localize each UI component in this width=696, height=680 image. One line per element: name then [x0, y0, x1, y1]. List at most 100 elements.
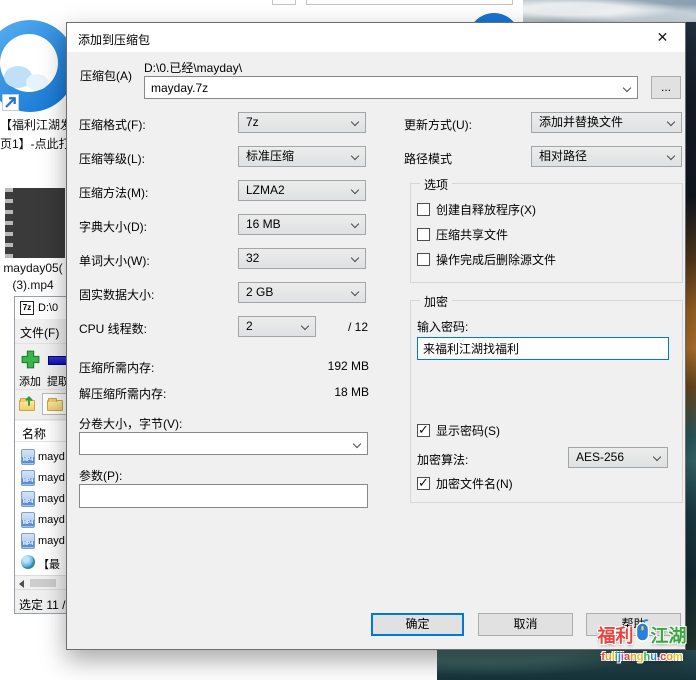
dictionary-dropdown[interactable]: 16 MB [238, 214, 366, 235]
checkbox-create-sfx[interactable]: 创建自释放程序(X) [417, 201, 536, 218]
archive-dir-text: D:\0.已经\mayday\ [144, 59, 242, 76]
checkbox-label: 加密文件名(N) [436, 475, 513, 492]
checkbox-label: 创建自释放程序(X) [436, 201, 536, 218]
dialog-titlebar[interactable]: 添加到压缩包 ✕ [67, 23, 685, 52]
list-item-label: mayd [38, 535, 65, 547]
mem-decompress-label: 解压缩所需内存: [79, 385, 166, 402]
word-size-value: 32 [246, 251, 259, 265]
mouse-icon [635, 618, 650, 648]
checkbox-box[interactable] [417, 203, 430, 216]
file-list: 名称 mayd mayd mayd mayd mayd 【最 [15, 421, 68, 575]
cancel-button[interactable]: 取消 [478, 613, 573, 636]
list-item[interactable]: mayd [15, 469, 68, 489]
scrollbar-thumb[interactable] [30, 579, 56, 587]
column-header-name-label: 名称 [22, 425, 46, 442]
background-window-fragment [272, 0, 296, 5]
address-folder-button[interactable] [42, 393, 68, 415]
mp4-file-icon [21, 470, 35, 486]
shortcut-arrow-icon [2, 94, 19, 111]
word-size-dropdown[interactable]: 32 [238, 248, 366, 269]
horizontal-scrollbar[interactable] [15, 575, 68, 589]
cipher-value: AES-256 [576, 450, 624, 464]
separator [15, 343, 68, 344]
column-header-name[interactable]: 名称 [15, 421, 68, 442]
word-size-label: 单词大小(W): [79, 252, 150, 269]
update-mode-dropdown[interactable]: 添加并替换文件 [531, 112, 682, 133]
sevenzip-titlebar[interactable]: 7z D:\0 [15, 297, 68, 319]
checkbox-box[interactable] [417, 477, 430, 490]
ok-button[interactable]: 确定 [371, 613, 464, 636]
mp4-file-icon [21, 491, 35, 507]
menu-file[interactable]: 文件(F) [20, 324, 59, 341]
browse-button[interactable]: ... [651, 76, 681, 99]
site-watermark: 福利 江湖 fulijianghu.com [588, 620, 696, 663]
password-input[interactable] [417, 337, 669, 360]
chevron-down-icon [667, 152, 675, 160]
scroll-left-icon[interactable] [19, 580, 24, 588]
checkbox-shared-files[interactable]: 压缩共享文件 [417, 226, 508, 243]
cpu-threads-dropdown[interactable]: 2 [238, 316, 316, 337]
close-icon[interactable]: ✕ [640, 23, 685, 52]
mem-compress-value: 192 MB [307, 359, 369, 373]
solid-block-label: 固实数据大小: [79, 286, 154, 303]
archive-name-input[interactable] [146, 78, 614, 97]
path-mode-value: 相对路径 [539, 149, 587, 163]
globe-file-icon [21, 555, 35, 569]
cipher-label: 加密算法: [417, 451, 468, 468]
video-file-label-line1: mayday05( [1, 260, 65, 277]
method-dropdown[interactable]: LZMA2 [238, 180, 366, 201]
level-dropdown[interactable]: 标准压缩 [238, 146, 366, 167]
watermark-title: 福利 江湖 [588, 620, 696, 650]
format-dropdown[interactable]: 7z [238, 112, 366, 133]
qq-shortcut-label[interactable]: 【福利江湖发 页1】-点此打 [0, 116, 66, 154]
checkbox-encrypt-filenames[interactable]: 加密文件名(N) [417, 475, 513, 492]
checkbox-delete-after[interactable]: 操作完成后删除源文件 [417, 251, 556, 268]
list-item[interactable]: mayd [15, 532, 68, 552]
solid-block-value: 2 GB [246, 285, 273, 299]
chevron-down-icon[interactable] [353, 440, 361, 448]
checkbox-show-password[interactable]: 显示密码(S) [417, 422, 500, 439]
cpu-threads-value: 2 [246, 319, 253, 333]
cipher-dropdown[interactable]: AES-256 [568, 447, 668, 468]
add-button-label[interactable]: 添加 [19, 373, 41, 389]
wallpaper-right-strip [686, 22, 696, 650]
sevenzip-window[interactable]: 7z D:\0 文件(F) 添加 提取 名称 mayd mayd mayd ma… [14, 296, 69, 614]
level-value: 标准压缩 [246, 149, 294, 163]
volume-size-input[interactable] [81, 434, 344, 453]
archive-name-combo[interactable] [144, 76, 638, 99]
checkbox-box[interactable] [417, 228, 430, 241]
chevron-down-icon[interactable] [623, 84, 631, 92]
video-file-thumbnail[interactable] [5, 188, 65, 258]
watermark-cn-right: 江湖 [651, 622, 687, 648]
encryption-group-title: 加密 [420, 293, 452, 310]
list-item[interactable]: mayd [15, 490, 68, 510]
chevron-down-icon [351, 152, 359, 160]
level-label: 压缩等级(L): [79, 150, 145, 167]
list-item[interactable]: mayd [15, 511, 68, 531]
checkbox-box[interactable] [417, 253, 430, 266]
cpu-threads-max: / 12 [348, 320, 368, 334]
watermark-cn-left: 福利 [598, 622, 634, 648]
dialog-title: 添加到压缩包 [78, 31, 150, 48]
qq-shortcut-label-line2: 页1】-点此打 [0, 135, 66, 154]
parameters-input[interactable] [79, 484, 368, 508]
volume-size-combo[interactable] [79, 432, 368, 455]
add-icon[interactable] [20, 349, 41, 375]
dictionary-label: 字典大小(D): [79, 218, 147, 235]
chevron-down-icon [301, 322, 309, 330]
separator [15, 389, 68, 390]
background-window-fragment [306, 0, 513, 5]
sevenzip-title: D:\0 [38, 302, 58, 314]
list-item[interactable]: mayd [15, 448, 68, 468]
mp4-file-icon [21, 533, 35, 549]
list-item[interactable]: 【最 [15, 553, 68, 573]
solid-block-dropdown[interactable]: 2 GB [238, 282, 366, 303]
chevron-down-icon [667, 118, 675, 126]
add-to-archive-dialog: 添加到压缩包 ✕ 压缩包(A) D:\0.已经\mayday\ ... 压缩格式… [66, 22, 686, 650]
checkbox-box[interactable] [417, 424, 430, 437]
path-mode-dropdown[interactable]: 相对路径 [531, 146, 682, 167]
format-value: 7z [246, 115, 259, 129]
checkbox-label: 压缩共享文件 [436, 226, 508, 243]
video-file-label[interactable]: mayday05( (3).mp4 [1, 260, 65, 294]
wallpaper-sky [523, 0, 696, 23]
